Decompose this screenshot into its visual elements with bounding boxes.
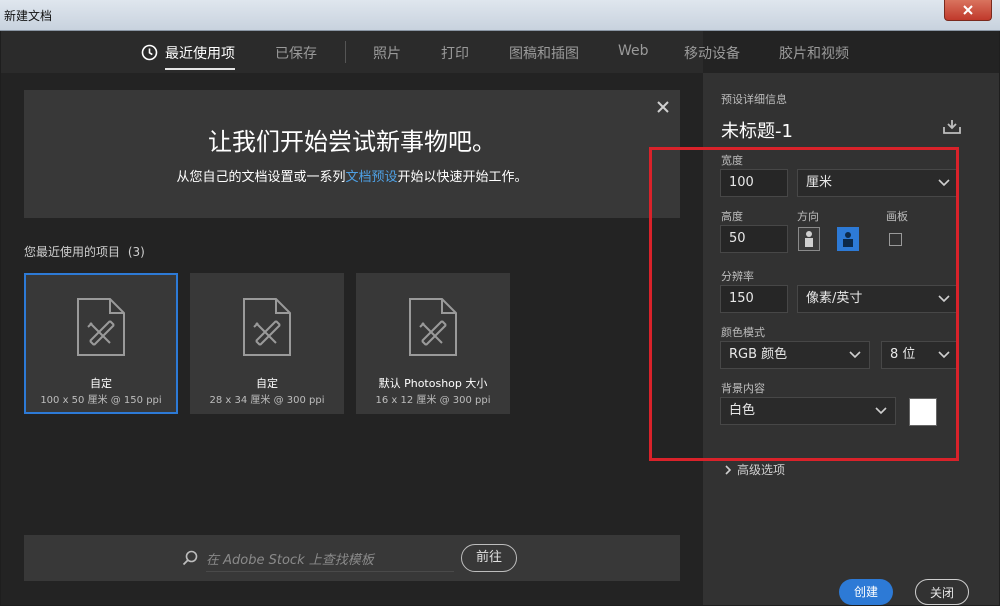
recent-item-size: 100 x 50 厘米 @ 150 ppi <box>40 395 162 406</box>
height-field[interactable]: 50 <box>720 225 788 253</box>
color-mode-label: 颜色模式 <box>721 326 765 339</box>
background-select[interactable]: 白色 <box>720 397 896 425</box>
recent-item-size: 28 x 34 厘米 @ 300 ppi <box>209 395 325 406</box>
background-label: 背景内容 <box>721 382 765 395</box>
orientation-label: 方向 <box>797 210 819 223</box>
chevron-down-icon <box>938 351 950 359</box>
height-label: 高度 <box>721 210 743 223</box>
tab-mobile[interactable]: 移动设备 <box>684 43 740 63</box>
search-input[interactable]: 在 Adobe Stock 上查找模板 <box>206 549 374 568</box>
color-mode-value: RGB 颜色 <box>729 347 788 362</box>
tab-recent[interactable]: 最近使用项 <box>165 43 235 63</box>
go-button[interactable]: 前往 <box>461 544 517 572</box>
banner-text: 开始以快速开始工作。 <box>397 170 528 185</box>
document-icon <box>77 298 125 356</box>
resolution-unit-select[interactable]: 像素/英寸 <box>797 285 959 313</box>
artboard-checkbox[interactable] <box>889 233 902 246</box>
bit-depth-select[interactable]: 8 位 <box>881 341 959 369</box>
new-document-dialog: 最近使用项 已保存 照片 打印 图稿和插图 Web 移动设备 胶片和视频 让我们… <box>1 31 999 605</box>
recent-item-name: 默认 Photoshop 大小 <box>378 377 488 390</box>
stock-search-bar: 在 Adobe Stock 上查找模板 前往 <box>24 535 680 581</box>
recent-item-name: 自定 <box>256 377 278 390</box>
chevron-down-icon <box>938 295 950 303</box>
recent-item-card[interactable]: 默认 Photoshop 大小 16 x 12 厘米 @ 300 ppi <box>356 273 510 414</box>
resolution-field[interactable]: 150 <box>720 285 788 313</box>
category-tabs: 最近使用项 已保存 照片 打印 图稿和插图 Web 移动设备 胶片和视频 <box>1 31 849 73</box>
width-field[interactable]: 100 <box>720 169 788 197</box>
banner-subtitle: 从您自己的文档设置或一系列文档预设开始以快速开始工作。 <box>24 166 680 185</box>
close-icon <box>963 5 973 15</box>
landscape-button[interactable] <box>837 227 859 251</box>
document-icon <box>243 298 291 356</box>
landscape-icon <box>843 232 853 247</box>
bit-depth-value: 8 位 <box>890 347 916 362</box>
tab-art-illustration[interactable]: 图稿和插图 <box>509 43 579 63</box>
banner-text: 从您自己的文档设置或一系列 <box>176 170 346 185</box>
active-tab-indicator <box>165 68 235 70</box>
recent-item-card[interactable]: 自定 100 x 50 厘米 @ 150 ppi <box>24 273 178 414</box>
recent-item-name: 自定 <box>90 377 112 390</box>
document-icon <box>409 298 457 356</box>
search-underline <box>206 571 454 572</box>
window-title-bar: 新建文档 <box>0 0 1000 31</box>
chevron-down-icon <box>875 407 887 415</box>
portrait-icon <box>805 231 813 247</box>
resolution-unit-value: 像素/英寸 <box>806 291 863 306</box>
recent-count: (3) <box>127 245 145 259</box>
recent-item-card[interactable]: 自定 28 x 34 厘米 @ 300 ppi <box>190 273 344 414</box>
recent-label-text: 您最近使用的项目 <box>24 245 121 259</box>
welcome-banner: 让我们开始尝试新事物吧。 从您自己的文档设置或一系列文档预设开始以快速开始工作。 <box>24 90 680 218</box>
artboard-label: 画板 <box>886 210 908 223</box>
width-unit-select[interactable]: 厘米 <box>797 169 959 197</box>
tab-film-video[interactable]: 胶片和视频 <box>779 43 849 63</box>
preset-link[interactable]: 文档预设 <box>345 170 397 185</box>
preset-details-heading: 预设详细信息 <box>721 93 787 106</box>
tab-print[interactable]: 打印 <box>441 43 469 63</box>
background-value: 白色 <box>729 403 756 418</box>
advanced-options-toggle[interactable]: 高级选项 <box>737 461 785 478</box>
document-name-field[interactable]: 未标题-1 <box>721 117 793 143</box>
portrait-button[interactable] <box>798 227 820 251</box>
background-color-swatch[interactable] <box>909 398 937 426</box>
close-button[interactable]: 关闭 <box>915 579 969 605</box>
banner-close-icon[interactable] <box>656 100 670 114</box>
tab-web[interactable]: Web <box>618 43 649 59</box>
preset-details-panel: 预设详细信息 未标题-1 宽度 100 厘米 高度 50 方向 画板 分辨率 1… <box>703 73 999 605</box>
recent-item-size: 16 x 12 厘米 @ 300 ppi <box>375 395 491 406</box>
tab-separator <box>345 41 346 63</box>
chevron-down-icon <box>849 351 861 359</box>
search-icon <box>182 550 198 566</box>
create-button[interactable]: 创建 <box>839 579 893 605</box>
chevron-down-icon <box>938 179 950 187</box>
tab-photo[interactable]: 照片 <box>373 43 401 63</box>
width-unit-value: 厘米 <box>806 175 833 190</box>
window-close-button[interactable] <box>944 0 992 21</box>
window-title: 新建文档 <box>4 9 53 23</box>
color-mode-select[interactable]: RGB 颜色 <box>720 341 870 369</box>
chevron-right-icon <box>725 465 732 475</box>
save-preset-icon[interactable] <box>943 119 961 135</box>
recent-items-heading: 您最近使用的项目 (3) <box>24 243 145 260</box>
width-label: 宽度 <box>721 154 743 167</box>
clock-icon <box>141 44 158 61</box>
tab-saved[interactable]: 已保存 <box>275 43 317 63</box>
resolution-label: 分辨率 <box>721 270 754 283</box>
banner-title: 让我们开始尝试新事物吧。 <box>208 128 496 156</box>
